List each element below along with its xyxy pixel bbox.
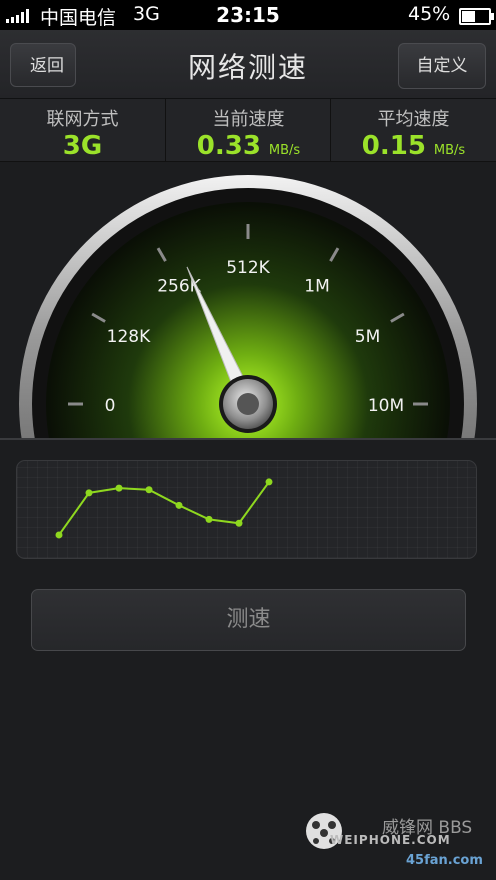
stat-value: 0.15 — [361, 131, 426, 161]
watermark-line3: 45fan.com — [406, 853, 483, 868]
start-test-label: 测速 — [226, 607, 271, 632]
battery-percent: 45% — [408, 3, 451, 25]
title-bar: 返回 网络测速 自定义 — [0, 30, 496, 99]
speed-history-point — [55, 531, 63, 539]
stats-strip: 联网方式 3G 当前速度 0.33 MB/s 平均速度 0.15 MB/s — [0, 99, 496, 162]
speed-history-point — [235, 519, 243, 527]
speed-history-point — [175, 501, 183, 509]
speed-history-point — [265, 478, 273, 486]
gauge-hub-center — [237, 393, 259, 415]
gauge-divider — [0, 438, 496, 440]
speed-history-points — [55, 478, 273, 539]
speed-gauge: 0 128K 256K 512K 1M 5M 10M — [0, 162, 496, 440]
stat-value: 3G — [62, 131, 103, 161]
gauge-tick-label: 1M — [304, 276, 329, 296]
custom-button-label: 自定义 — [416, 56, 468, 76]
speed-history-point — [85, 489, 93, 497]
stat-label: 平均速度 — [377, 109, 450, 130]
stat-unit: MB/s — [433, 143, 466, 158]
stat-label: 当前速度 — [212, 109, 285, 130]
start-test-button[interactable]: 测速 — [31, 589, 466, 651]
speed-history-chart — [55, 478, 273, 539]
stat-unit: MB/s — [268, 143, 301, 158]
status-bar: 中国电信 3G 23:15 45% — [0, 0, 496, 30]
speed-history-point — [115, 484, 123, 492]
custom-button[interactable]: 自定义 — [398, 43, 486, 89]
gauge-graphic: 0128K256K512K1M5M10M — [19, 175, 477, 440]
stat-connection-type: 联网方式 3G — [0, 99, 165, 161]
gauge-tick-label: 512K — [226, 258, 270, 278]
speed-history-point — [145, 486, 153, 494]
gauge-tick-label: 128K — [107, 327, 151, 347]
watermark: 威锋网 BBS WEIPHONE.COM 45fan.com — [300, 803, 496, 880]
battery-fill — [462, 11, 475, 22]
battery-icon — [459, 8, 494, 25]
speed-history-graph — [16, 460, 477, 559]
gauge-tick-label: 5M — [355, 327, 380, 347]
gauge-tick-label: 10M — [368, 396, 404, 416]
watermark-line2: WEIPHONE.COM — [330, 833, 451, 847]
stat-value: 0.33 — [196, 131, 261, 161]
speed-history-point — [205, 515, 213, 523]
stat-current-speed: 当前速度 0.33 MB/s — [165, 99, 331, 161]
gauge-tick-label: 0 — [105, 396, 116, 416]
stat-label: 联网方式 — [46, 109, 119, 130]
stat-average-speed: 平均速度 0.15 MB/s — [330, 99, 496, 161]
